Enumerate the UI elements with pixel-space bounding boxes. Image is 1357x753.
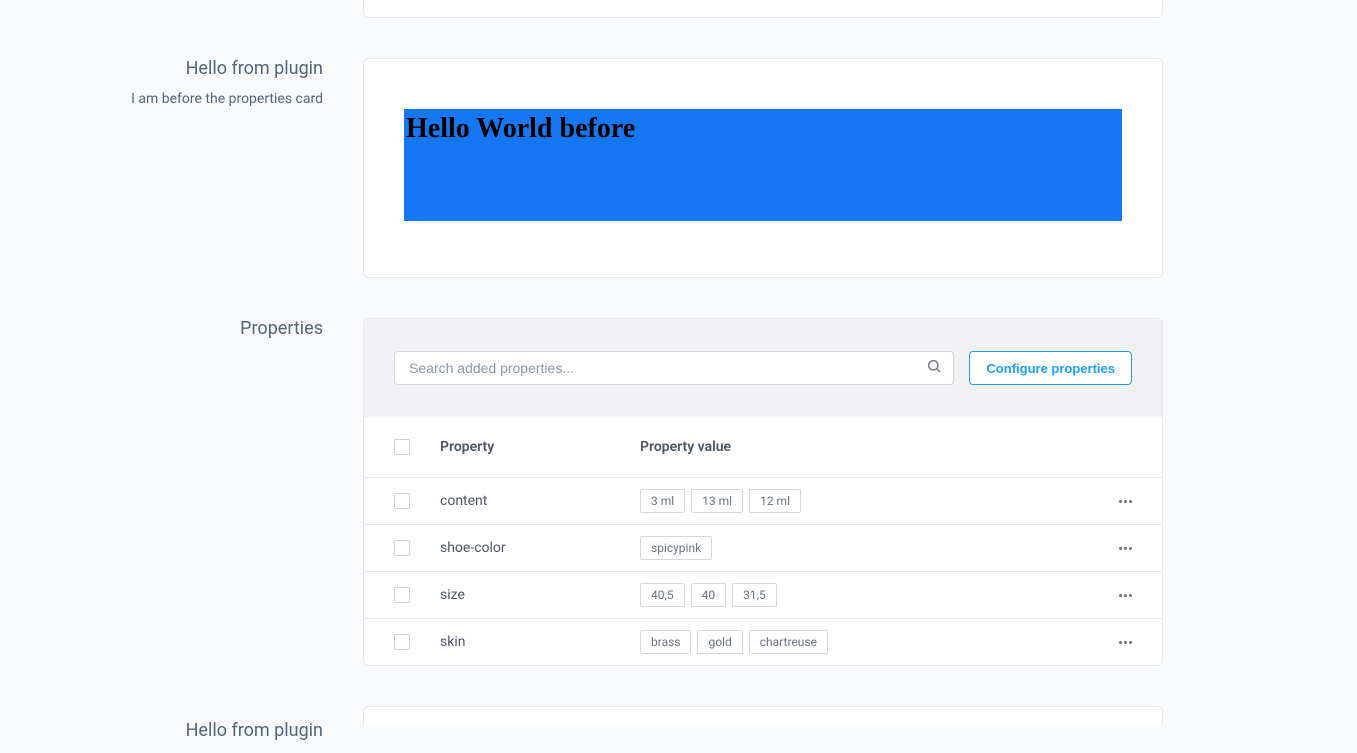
value-tag[interactable]: 12 ml <box>749 489 801 513</box>
column-header-property: Property <box>440 439 640 455</box>
property-name: size <box>440 587 640 603</box>
select-all-checkbox[interactable] <box>394 439 410 455</box>
previous-card-bottom <box>363 0 1163 18</box>
plugin-section-subtitle: I am before the properties card <box>0 91 323 107</box>
value-tag[interactable]: 40 <box>691 583 727 607</box>
row-checkbox[interactable] <box>394 540 410 556</box>
value-tag[interactable]: spicypink <box>640 536 712 560</box>
plugin-section-title-after: Hello from plugin <box>0 720 323 741</box>
value-tag[interactable]: chartreuse <box>749 630 828 654</box>
table-row: shoe-color spicypink <box>364 525 1162 572</box>
property-name: content <box>440 493 640 509</box>
plugin-banner-text: Hello World before <box>404 113 1122 145</box>
value-tag[interactable]: gold <box>697 630 742 654</box>
value-tag[interactable]: brass <box>640 630 691 654</box>
plugin-card-before: Hello World before <box>363 58 1163 278</box>
property-name: shoe-color <box>440 540 640 556</box>
row-checkbox[interactable] <box>394 493 410 509</box>
table-row: content 3 ml 13 ml 12 ml <box>364 478 1162 525</box>
plugin-banner: Hello World before <box>404 109 1122 221</box>
properties-card: Configure properties Property Property v… <box>363 318 1163 666</box>
column-header-value: Property value <box>640 439 1092 455</box>
row-actions-button[interactable] <box>1119 641 1132 644</box>
plugin-section-title: Hello from plugin <box>0 58 323 79</box>
table-row: size 40,5 40 31,5 <box>364 572 1162 619</box>
properties-table: Property Property value content 3 ml 13 … <box>364 417 1162 665</box>
search-input[interactable] <box>394 351 954 385</box>
value-tag[interactable]: 31,5 <box>732 583 777 607</box>
row-actions-button[interactable] <box>1119 500 1132 503</box>
properties-section-title: Properties <box>0 318 323 339</box>
plugin-card-after <box>363 706 1163 726</box>
configure-properties-button[interactable]: Configure properties <box>969 351 1132 385</box>
row-actions-button[interactable] <box>1119 547 1132 550</box>
property-name: skin <box>440 634 640 650</box>
value-tag[interactable]: 40,5 <box>640 583 685 607</box>
table-row: skin brass gold chartreuse <box>364 619 1162 665</box>
row-checkbox[interactable] <box>394 634 410 650</box>
value-tag[interactable]: 3 ml <box>640 489 685 513</box>
row-actions-button[interactable] <box>1119 594 1132 597</box>
value-tag[interactable]: 13 ml <box>691 489 743 513</box>
row-checkbox[interactable] <box>394 587 410 603</box>
table-header: Property Property value <box>364 417 1162 478</box>
properties-toolbar: Configure properties <box>364 319 1162 417</box>
